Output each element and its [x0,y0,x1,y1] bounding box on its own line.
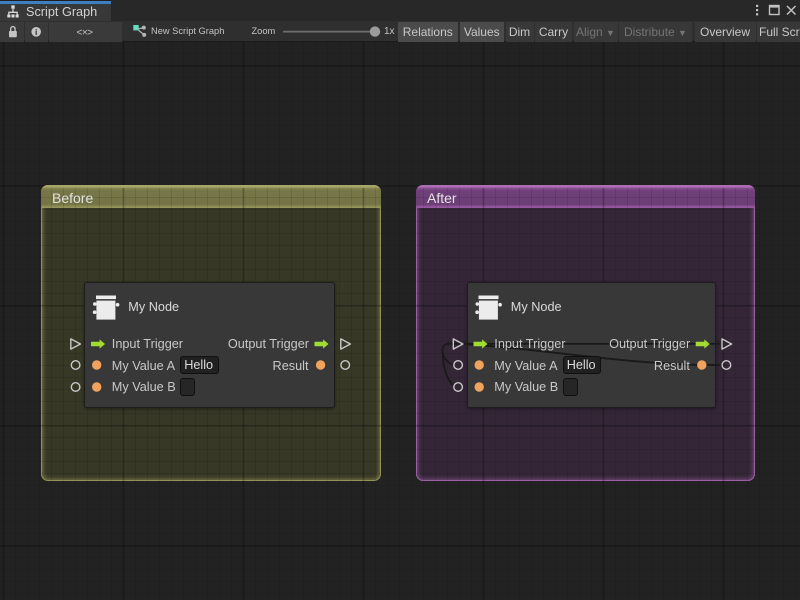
svg-text:<×>: <×> [76,27,93,38]
svg-text:i: i [35,27,37,37]
